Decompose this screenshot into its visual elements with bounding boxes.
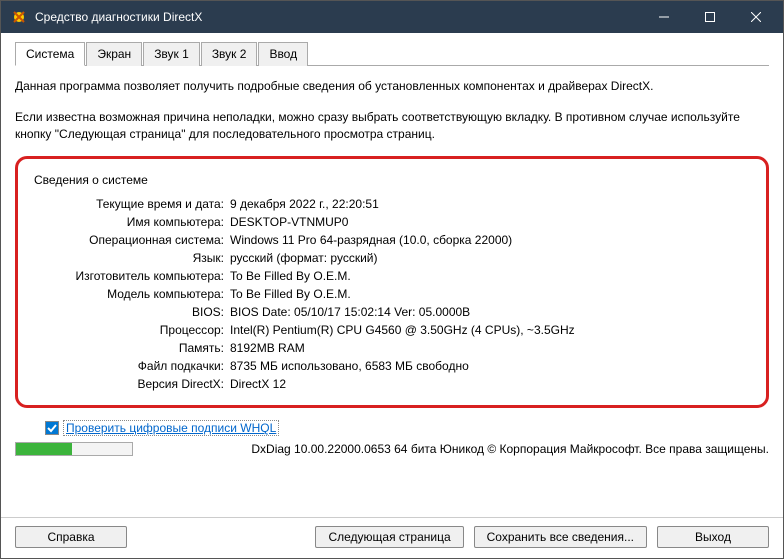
- row-manufacturer: Изготовитель компьютера: To Be Filled By…: [34, 269, 750, 283]
- minimize-button[interactable]: [641, 1, 687, 33]
- tab-display[interactable]: Экран: [86, 42, 142, 66]
- label-manufacturer: Изготовитель компьютера:: [34, 269, 230, 283]
- row-model: Модель компьютера: To Be Filled By O.E.M…: [34, 287, 750, 301]
- value-lang: русский (формат: русский): [230, 251, 750, 265]
- label-model: Модель компьютера:: [34, 287, 230, 301]
- label-os: Операционная система:: [34, 233, 230, 247]
- row-cpu: Процессор: Intel(R) Pentium(R) CPU G4560…: [34, 323, 750, 337]
- value-pagefile: 8735 МБ использовано, 6583 МБ свободно: [230, 359, 750, 373]
- progress-bar: [15, 442, 133, 456]
- value-bios: BIOS Date: 05/10/17 15:02:14 Ver: 05.000…: [230, 305, 750, 319]
- value-computer: DESKTOP-VTNMUP0: [230, 215, 750, 229]
- footer-buttons: Справка Следующая страница Сохранить все…: [1, 517, 783, 558]
- row-datetime: Текущие время и дата: 9 декабря 2022 г.,…: [34, 197, 750, 211]
- label-pagefile: Файл подкачки:: [34, 359, 230, 373]
- label-lang: Язык:: [34, 251, 230, 265]
- content-area: Система Экран Звук 1 Звук 2 Ввод Данная …: [1, 33, 783, 517]
- value-cpu: Intel(R) Pentium(R) CPU G4560 @ 3.50GHz …: [230, 323, 750, 337]
- intro-p1: Данная программа позволяет получить подр…: [15, 78, 769, 95]
- close-button[interactable]: [733, 1, 779, 33]
- whql-checkbox[interactable]: [45, 421, 59, 435]
- status-text: DxDiag 10.00.22000.0653 64 бита Юникод ©…: [141, 442, 769, 456]
- titlebar: Средство диагностики DirectX: [1, 1, 783, 33]
- exit-button[interactable]: Выход: [657, 526, 769, 548]
- label-dx: Версия DirectX:: [34, 377, 230, 391]
- dxdiag-icon: [11, 9, 27, 25]
- whql-row: Проверить цифровые подписи WHQL: [45, 420, 769, 436]
- label-computer: Имя компьютера:: [34, 215, 230, 229]
- tab-system[interactable]: Система: [15, 42, 85, 66]
- label-bios: BIOS:: [34, 305, 230, 319]
- save-all-button[interactable]: Сохранить все сведения...: [474, 526, 647, 548]
- tab-sound2[interactable]: Звук 2: [201, 42, 258, 66]
- tab-input[interactable]: Ввод: [258, 42, 308, 66]
- intro-p2: Если известна возможная причина неполадк…: [15, 109, 769, 143]
- row-dx: Версия DirectX: DirectX 12: [34, 377, 750, 391]
- value-model: To Be Filled By O.E.M.: [230, 287, 750, 301]
- value-datetime: 9 декабря 2022 г., 22:20:51: [230, 197, 750, 211]
- row-computer: Имя компьютера: DESKTOP-VTNMUP0: [34, 215, 750, 229]
- value-ram: 8192MB RAM: [230, 341, 750, 355]
- label-datetime: Текущие время и дата:: [34, 197, 230, 211]
- row-bios: BIOS: BIOS Date: 05/10/17 15:02:14 Ver: …: [34, 305, 750, 319]
- tab-sound1[interactable]: Звук 1: [143, 42, 200, 66]
- row-os: Операционная система: Windows 11 Pro 64-…: [34, 233, 750, 247]
- group-title: Сведения о системе: [34, 173, 750, 187]
- tab-bar: Система Экран Звук 1 Звук 2 Ввод: [15, 41, 769, 66]
- next-page-button[interactable]: Следующая страница: [315, 526, 463, 548]
- row-ram: Память: 8192MB RAM: [34, 341, 750, 355]
- progress-fill: [16, 443, 72, 455]
- whql-label[interactable]: Проверить цифровые подписи WHQL: [63, 420, 279, 436]
- row-lang: Язык: русский (формат: русский): [34, 251, 750, 265]
- value-manufacturer: To Be Filled By O.E.M.: [230, 269, 750, 283]
- status-row: DxDiag 10.00.22000.0653 64 бита Юникод ©…: [15, 442, 769, 456]
- window-title: Средство диагностики DirectX: [35, 10, 641, 24]
- value-os: Windows 11 Pro 64-разрядная (10.0, сборк…: [230, 233, 750, 247]
- label-ram: Память:: [34, 341, 230, 355]
- maximize-button[interactable]: [687, 1, 733, 33]
- system-info-group: Сведения о системе Текущие время и дата:…: [15, 156, 769, 408]
- dxdiag-window: Средство диагностики DirectX Система Экр…: [0, 0, 784, 559]
- window-controls: [641, 1, 779, 33]
- row-pagefile: Файл подкачки: 8735 МБ использовано, 658…: [34, 359, 750, 373]
- help-button[interactable]: Справка: [15, 526, 127, 548]
- label-cpu: Процессор:: [34, 323, 230, 337]
- intro-text: Данная программа позволяет получить подр…: [15, 78, 769, 156]
- value-dx: DirectX 12: [230, 377, 750, 391]
